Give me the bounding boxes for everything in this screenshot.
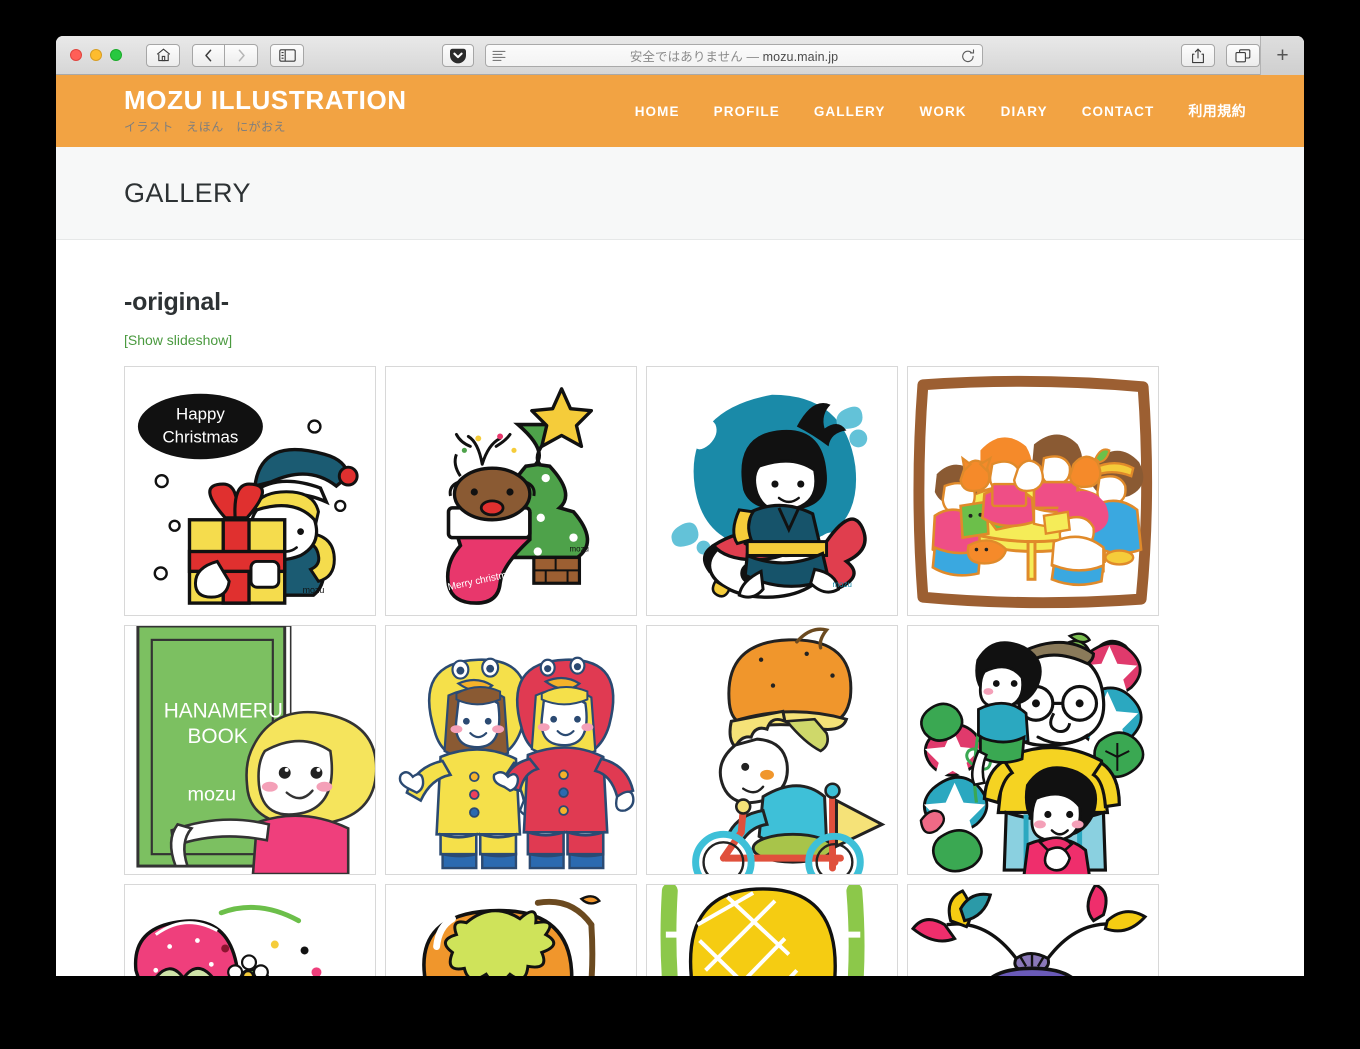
hanameru-book-illustration: HANAMERU BOOK mozu xyxy=(136,626,375,874)
svg-text:BOOK: BOOK xyxy=(188,725,248,748)
main-navigation: HOME PROFILE GALLERY WORK DIARY CONTACT … xyxy=(635,101,1304,121)
gallery-thumb[interactable] xyxy=(646,625,898,875)
gallery-thumb[interactable] xyxy=(385,625,637,875)
gallery-thumb[interactable]: mozu xyxy=(907,884,1159,976)
sidebar-button[interactable] xyxy=(270,43,304,67)
gallery-grid: Happy Christmas mozu Merry christmas moz… xyxy=(124,366,1304,976)
reindeer-stocking-tree-illustration: Merry christmas mozu xyxy=(445,387,594,605)
blueberry-illustration: mozu xyxy=(910,885,1148,976)
forward-button xyxy=(225,43,258,67)
site-title: MOZU ILLUSTRATION xyxy=(124,84,407,115)
site-subtitle: イラスト えほん にがおえ xyxy=(124,120,287,135)
grandfather-kids-morning-glory-illustration xyxy=(919,632,1145,874)
svg-text:mozu: mozu xyxy=(188,784,237,806)
svg-text:Christmas: Christmas xyxy=(162,427,238,446)
svg-text:mozu: mozu xyxy=(833,580,852,589)
toolbar-right-buttons xyxy=(1181,44,1260,67)
home-button[interactable] xyxy=(146,43,180,67)
back-button[interactable] xyxy=(192,43,225,67)
share-button[interactable] xyxy=(1181,44,1215,67)
kimono-child-goldfish-illustration: mozu xyxy=(671,394,868,599)
children-reading-books-illustration xyxy=(913,375,1153,609)
insecure-warning-label: 安全ではありません xyxy=(629,50,743,64)
address-bar[interactable]: 安全ではありません — mozu.main.jp xyxy=(485,44,983,67)
show-tabs-button[interactable] xyxy=(1226,44,1260,67)
site-brand[interactable]: MOZU ILLUSTRATION イラスト えほん にがおえ xyxy=(124,84,407,135)
gallery-thumb[interactable]: mozu xyxy=(646,366,898,616)
new-tab-button[interactable]: + xyxy=(1260,36,1304,75)
gallery-thumb[interactable] xyxy=(124,884,376,976)
page-content: MOZU ILLUSTRATION イラスト えほん にがおえ HOME PRO… xyxy=(56,75,1304,976)
happy-christmas-gift-illustration: Happy Christmas mozu xyxy=(137,393,359,605)
nav-item-diary[interactable]: DIARY xyxy=(1001,104,1048,119)
url-host: mozu.main.jp xyxy=(762,50,839,64)
nav-item-gallery[interactable]: GALLERY xyxy=(814,104,886,119)
show-slideshow-link[interactable]: [Show slideshow] xyxy=(124,332,232,348)
pocket-button[interactable] xyxy=(442,44,474,67)
section-heading: -original- xyxy=(124,288,229,316)
site-header: MOZU ILLUSTRATION イラスト えほん にがおえ HOME PRO… xyxy=(56,75,1304,147)
window-controls xyxy=(70,49,122,61)
page-title: GALLERY xyxy=(124,177,251,208)
navigation-buttons xyxy=(192,43,258,67)
reload-icon[interactable] xyxy=(961,49,975,69)
nav-item-work[interactable]: WORK xyxy=(920,104,967,119)
maximize-window-button[interactable] xyxy=(110,49,122,61)
gallery-thumb[interactable] xyxy=(646,884,898,976)
gallery-thumb[interactable] xyxy=(907,625,1159,875)
persimmon-monkey-illustration xyxy=(422,895,602,976)
gallery-thumb[interactable] xyxy=(385,884,637,976)
nav-item-contact[interactable]: CONTACT xyxy=(1082,104,1155,119)
gallery-thumb[interactable]: HANAMERU BOOK mozu xyxy=(124,625,376,875)
kids-bird-costumes-illustration xyxy=(398,656,635,870)
minimize-window-button[interactable] xyxy=(90,49,102,61)
nav-item-terms[interactable]: 利用規約 xyxy=(1188,101,1246,121)
nav-item-home[interactable]: HOME xyxy=(635,104,680,119)
address-bar-text: 安全ではありません — mozu.main.jp xyxy=(486,46,982,65)
pineapple-child-illustration xyxy=(660,885,865,976)
nav-item-profile[interactable]: PROFILE xyxy=(714,104,780,119)
orange-hat-tricycle-illustration xyxy=(692,627,886,874)
reader-view-icon[interactable] xyxy=(492,50,506,68)
svg-text:HANAMERU: HANAMERU xyxy=(164,699,283,722)
gallery-thumb[interactable]: Happy Christmas mozu xyxy=(124,366,376,616)
gallery-content: -original- [Show slideshow] Happy Christ… xyxy=(56,240,1304,976)
gallery-thumb[interactable]: Merry christmas mozu xyxy=(385,366,637,616)
gallery-thumb[interactable] xyxy=(907,366,1159,616)
svg-text:Happy: Happy xyxy=(176,405,225,424)
svg-text:mozu: mozu xyxy=(570,545,589,554)
svg-text:mozu: mozu xyxy=(303,585,325,595)
browser-toolbar: 安全ではありません — mozu.main.jp + xyxy=(56,36,1304,75)
address-bar-group: 安全ではありません — mozu.main.jp xyxy=(442,44,983,67)
url-separator: — xyxy=(746,50,760,64)
close-window-button[interactable] xyxy=(70,49,82,61)
page-title-band: GALLERY xyxy=(56,147,1304,240)
browser-window: 安全ではありません — mozu.main.jp + MOZU ILLUSTRA… xyxy=(56,36,1304,976)
strawberry-hat-child-illustration xyxy=(133,904,322,976)
